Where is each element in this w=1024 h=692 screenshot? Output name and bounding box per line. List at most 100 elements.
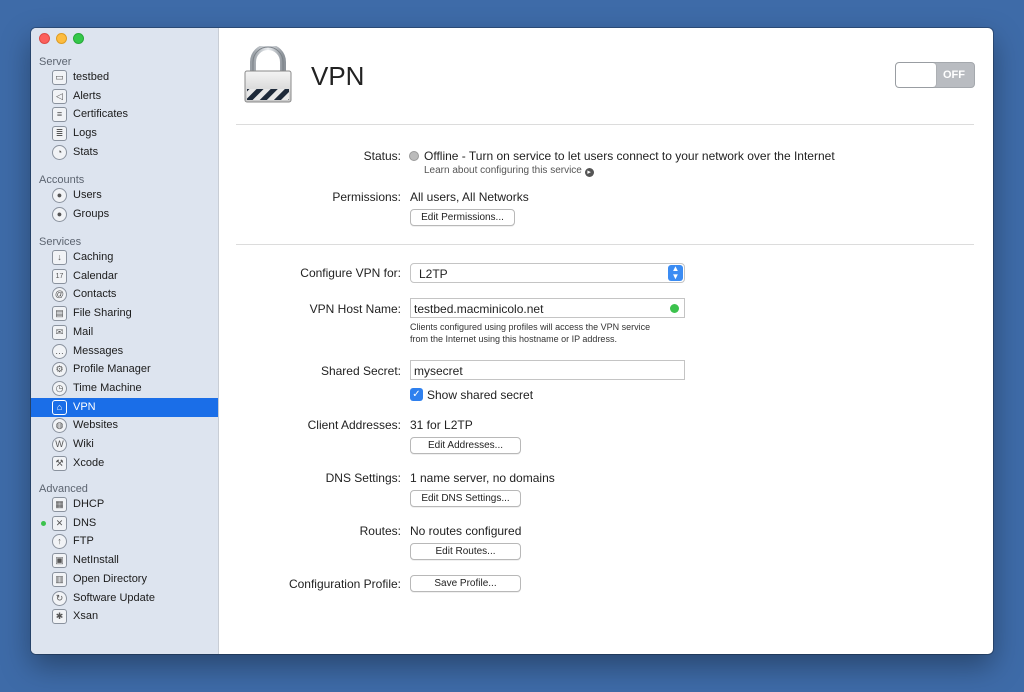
logs-icon: ≣ [52,126,67,142]
sidebar-item-label: Groups [73,207,110,220]
client-addresses-label: Client Addresses: [307,418,401,432]
xsan-icon: ✱ [52,609,67,625]
profile-manager-icon: ⚙ [52,362,67,378]
dhcp-icon: ▦ [52,497,67,512]
learn-more-link[interactable]: Learn about configuring this service ▸ [424,165,594,177]
sidebar-item-label: Messages [73,344,124,357]
user-icon: ● [52,188,67,203]
calendar-icon: 17 [52,268,67,284]
save-profile-button[interactable]: Save Profile... [410,575,521,592]
host-help-text: Clients configured using profiles will a… [410,321,650,345]
ftp-icon: ↑ [52,534,67,550]
permissions-value: All users, All Networks [410,190,529,204]
dns-settings-label: DNS Settings: [325,471,401,485]
minimize-window-button[interactable] [56,33,67,44]
dns-settings-value: 1 name server, no domains [410,471,555,485]
sidebar-section-services: Services [39,236,82,248]
routes-label: Routes: [359,524,401,538]
host-valid-dot-icon [670,304,679,313]
sidebar-item-users[interactable]: ● Users [31,186,218,205]
stats-icon: ◔ [52,144,67,160]
configuration-profile-label: Configuration Profile: [288,577,401,591]
sidebar-item-certificates[interactable]: ≡ Certificates [31,105,218,124]
main-pane: VPN OFF Status: Offline - Turn on servic… [219,28,993,654]
sidebar-item-alerts[interactable]: ◁ Alerts [31,87,218,106]
sidebar-item-wiki[interactable]: W Wiki [31,435,218,454]
close-window-button[interactable] [39,33,50,44]
sidebar-item-dns[interactable]: ✕ DNS [31,514,218,533]
sidebar-item-profile-manager[interactable]: ⚙ Profile Manager [31,360,218,379]
sidebar-item-label: Mail [73,325,94,338]
sidebar-item-label: File Sharing [73,307,132,320]
host-name-label: VPN Host Name: [309,302,401,316]
zoom-window-button[interactable] [73,33,84,44]
status-indicator-icon [409,151,419,161]
sidebar-item-label: Certificates [73,108,129,121]
time-machine-icon: ◷ [52,380,67,396]
sidebar-item-label: Xcode [73,456,105,469]
netinstall-icon: ▣ [52,553,67,569]
sidebar-item-messages[interactable]: … Messages [31,342,218,361]
chevron-updown-icon: ▲ ▼ [668,265,683,281]
sidebar-item-websites[interactable]: ◍ Websites [31,416,218,435]
sidebar-item-label: Contacts [73,288,117,301]
show-secret-label: Show shared secret [427,388,534,402]
vpn-type-popup[interactable]: L2TP ▲ ▼ [410,263,685,283]
edit-permissions-button[interactable]: Edit Permissions... [410,209,515,226]
sidebar-item-groups[interactable]: ● Groups [31,205,218,224]
xcode-icon: ⚒ [52,455,67,471]
sidebar-item-stats[interactable]: ◔ Stats [31,143,218,162]
sidebar-item-label: NetInstall [73,554,119,567]
sidebar-item-xcode[interactable]: ⚒ Xcode [31,454,218,473]
arrow-circle-icon: ▸ [584,168,594,177]
divider [236,244,974,245]
software-update-icon: ↻ [52,590,67,606]
sidebar-item-label: Users [73,189,102,201]
sidebar-item-calendar[interactable]: 17 Calendar [31,267,218,286]
sidebar-item-open-directory[interactable]: ▥ Open Directory [31,570,218,589]
sidebar-item-ftp[interactable]: ↑ FTP [31,532,218,551]
sidebar-item-mail[interactable]: ✉ Mail [31,323,218,342]
edit-addresses-button[interactable]: Edit Addresses... [410,437,521,454]
edit-dns-settings-button[interactable]: Edit DNS Settings... [410,490,521,507]
dns-icon: ✕ [52,515,67,531]
sidebar-section-accounts: Accounts [39,174,85,186]
open-directory-icon: ▥ [52,571,67,587]
running-status-dot-icon [41,520,46,526]
megaphone-icon: ◁ [52,88,67,104]
status-label: Status: [363,149,401,163]
sidebar-item-label: testbed [73,71,110,83]
sidebar-item-vpn[interactable]: ⌂ VPN [31,397,218,417]
sidebar-item-label: Open Directory [73,572,147,585]
sidebar-item-label: DHCP [73,498,105,510]
sidebar-item-software-update[interactable]: ↻ Software Update [31,589,218,608]
sidebar-item-dhcp[interactable]: ▦ DHCP [31,495,218,514]
host-name-field[interactable]: testbed.macminicolo.net [410,298,685,318]
sidebar-item-xsan[interactable]: ✱ Xsan [31,607,218,626]
sidebar-item-contacts[interactable]: @ Contacts [31,285,218,304]
caching-icon: ↓ [52,250,67,265]
sidebar-item-caching[interactable]: ↓ Caching [31,248,218,267]
sidebar-item-label: Websites [73,419,119,432]
service-toggle[interactable]: OFF [895,62,975,88]
show-secret-checkbox[interactable]: ✓ [410,388,423,401]
sidebar-item-time-machine[interactable]: ◷ Time Machine [31,379,218,398]
sidebar-item-testbed[interactable]: ▭ testbed [31,68,218,87]
sidebar-item-logs[interactable]: ≣ Logs [31,124,218,143]
globe-icon: ◍ [52,418,67,434]
shared-secret-field[interactable]: mysecret [410,360,685,380]
vpn-type-value: L2TP [419,267,448,281]
sidebar-item-label: Wiki [73,438,94,450]
sidebar-item-label: Profile Manager [73,363,151,376]
file-sharing-icon: ▤ [52,306,67,322]
sidebar-item-label: VPN [73,400,96,413]
sidebar-item-netinstall[interactable]: ▣ NetInstall [31,551,218,570]
shared-secret-value: mysecret [414,364,463,378]
groups-icon: ● [52,206,67,222]
sidebar-item-label: Caching [73,251,114,263]
sidebar-item-file-sharing[interactable]: ▤ File Sharing [31,304,218,323]
mail-icon: ✉ [52,324,67,340]
sidebar-item-label: Logs [73,127,97,140]
edit-routes-button[interactable]: Edit Routes... [410,543,521,560]
toggle-state-label: OFF [943,69,965,81]
